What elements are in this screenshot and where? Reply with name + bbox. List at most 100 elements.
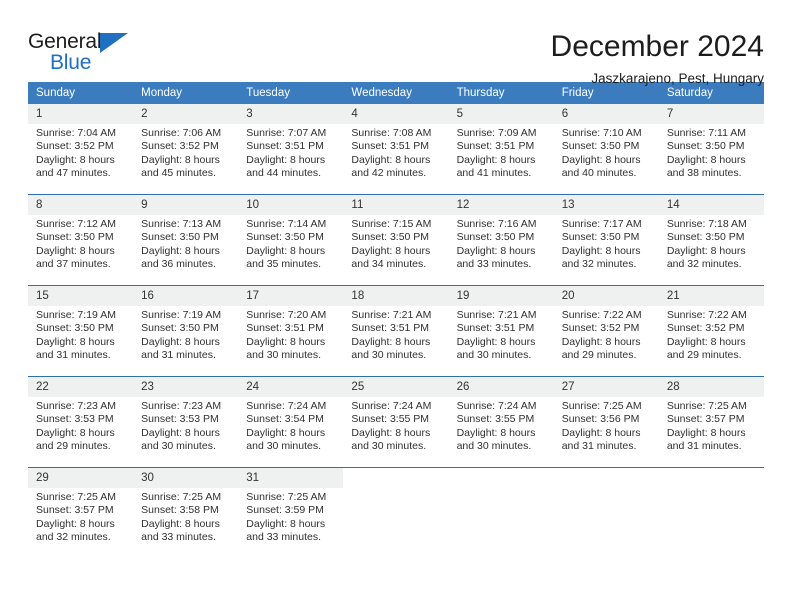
sunrise-text: Sunrise: 7:18 AM [666,218,747,230]
calendar-day-cell[interactable]: 31 Sunrise: 7:25 AM Sunset: 3:59 PM Dayligh… [238,467,344,558]
sunset-text: Sunset: 3:50 PM [36,322,114,335]
daylight-text-line2: and 30 minutes. [246,440,321,453]
day-number: 26 [448,377,554,397]
sunrise-text: Sunrise: 7:19 AM [36,309,116,321]
calendar-day-cell[interactable]: 3 Sunrise: 7:07 AM Sunset: 3:51 PM Daylight… [238,104,344,195]
day-number: 15 [28,286,134,306]
calendar-day-cell[interactable]: 23 Sunrise: 7:23 AM Sunset: 3:53 PM Dayligh… [133,376,239,468]
day-info: Sunrise: 7:24 AM Sunset: 3:55 PM Daylight:… [343,397,448,454]
calendar-day-cell[interactable]: 30 Sunrise: 7:25 AM Sunset: 3:58 PM Dayligh… [133,467,239,558]
calendar-day-cell[interactable]: 1 Sunrise: 7:04 AM Sunset: 3:52 PM Daylight… [28,104,134,195]
calendar-day-cell[interactable]: 21 Sunrise: 7:22 AM Sunset: 3:52 PM Dayligh… [658,285,764,377]
daylight-text-line1: Daylight: 8 hours [561,335,641,348]
day-number: 1 [28,104,134,124]
daylight-text-line2: and 44 minutes. [246,167,321,180]
sunrise-text: Sunrise: 7:21 AM [456,309,537,321]
sunset-text: Sunset: 3:51 PM [351,322,430,335]
calendar-day-cell[interactable]: 17 Sunrise: 7:20 AM Sunset: 3:51 PM Dayligh… [238,285,344,377]
calendar-day-cell[interactable]: 9 Sunrise: 7:13 AM Sunset: 3:50 PM Daylight… [133,194,239,286]
calendar-day-cell-empty [448,467,554,558]
calendar-day-cell[interactable]: 19 Sunrise: 7:21 AM Sunset: 3:51 PM Dayligh… [448,285,554,377]
day-info: Sunrise: 7:10 AM Sunset: 3:50 PM Daylight:… [554,124,659,181]
sunset-text: Sunset: 3:52 PM [666,322,745,335]
day-info: Sunrise: 7:07 AM Sunset: 3:51 PM Daylight:… [238,124,343,181]
daylight-text-line2: and 29 minutes. [36,440,111,453]
day-info: Sunrise: 7:17 AM Sunset: 3:50 PM Daylight:… [554,215,659,272]
sunrise-text: Sunrise: 7:11 AM [666,127,747,139]
calendar-week-row: 1 Sunrise: 7:04 AM Sunset: 3:52 PM Daylight… [28,104,764,195]
sunrise-text: Sunrise: 7:23 AM [141,400,222,412]
daylight-text-line2: and 33 minutes. [141,531,216,544]
sunset-text: Sunset: 3:50 PM [246,231,324,244]
sunrise-text: Sunrise: 7:16 AM [456,218,537,230]
daylight-text-line1: Daylight: 8 hours [561,426,641,439]
location-subtitle: Jaszkarajeno, Pest, Hungary [591,71,764,86]
daylight-text-line2: and 29 minutes. [561,349,637,362]
daylight-text-line2: and 32 minutes. [561,258,637,271]
calendar-day-cell[interactable]: 4 Sunrise: 7:08 AM Sunset: 3:51 PM Daylight… [343,104,449,195]
calendar-day-cell[interactable]: 18 Sunrise: 7:21 AM Sunset: 3:51 PM Dayligh… [343,285,449,377]
calendar-day-cell[interactable]: 12 Sunrise: 7:16 AM Sunset: 3:50 PM Dayligh… [448,194,554,286]
calendar-day-cell[interactable]: 22 Sunrise: 7:23 AM Sunset: 3:53 PM Dayligh… [28,376,134,468]
day-info: Sunrise: 7:25 AM Sunset: 3:59 PM Daylight:… [238,488,343,545]
sunrise-text: Sunrise: 7:22 AM [666,309,747,321]
day-info [554,488,659,491]
calendar-day-cell[interactable]: 7 Sunrise: 7:11 AM Sunset: 3:50 PM Daylight… [658,104,764,195]
calendar-day-cell[interactable]: 14 Sunrise: 7:18 AM Sunset: 3:50 PM Dayligh… [658,194,764,286]
daylight-text-line1: Daylight: 8 hours [141,244,220,257]
calendar-day-cell[interactable]: 11 Sunrise: 7:15 AM Sunset: 3:50 PM Dayligh… [343,194,449,286]
daylight-text-line2: and 40 minutes. [561,167,637,180]
day-number [554,468,659,488]
sunset-text: Sunset: 3:56 PM [561,413,640,426]
calendar-day-cell[interactable]: 5 Sunrise: 7:09 AM Sunset: 3:51 PM Daylight… [448,104,554,195]
day-number [659,468,764,488]
daylight-text-line1: Daylight: 8 hours [351,335,431,348]
sunset-text: Sunset: 3:59 PM [246,504,324,517]
day-info: Sunrise: 7:15 AM Sunset: 3:50 PM Daylight:… [343,215,448,272]
daylight-text-line1: Daylight: 8 hours [456,153,536,166]
day-info: Sunrise: 7:21 AM Sunset: 3:51 PM Daylight:… [449,306,554,363]
calendar-day-cell[interactable]: 6 Sunrise: 7:10 AM Sunset: 3:50 PM Daylight… [553,104,659,195]
calendar-day-cell[interactable]: 8 Sunrise: 7:12 AM Sunset: 3:50 PM Daylight… [28,194,134,286]
calendar-day-cell[interactable]: 29 Sunrise: 7:25 AM Sunset: 3:57 PM Dayligh… [28,467,134,558]
calendar-day-cell[interactable]: 28 Sunrise: 7:25 AM Sunset: 3:57 PM Dayligh… [658,376,764,468]
sunset-text: Sunset: 3:53 PM [36,413,114,426]
calendar-day-cell[interactable]: 25 Sunrise: 7:24 AM Sunset: 3:55 PM Dayligh… [343,376,449,468]
daylight-text-line2: and 36 minutes. [141,258,216,271]
page-title: December 2024 [550,30,764,63]
day-number: 19 [448,286,554,306]
sunset-text: Sunset: 3:58 PM [141,504,219,517]
day-number: 30 [133,468,239,488]
day-number: 18 [343,286,449,306]
daylight-text-line1: Daylight: 8 hours [351,426,431,439]
calendar-day-cell[interactable]: 2 Sunrise: 7:06 AM Sunset: 3:52 PM Daylight… [133,104,239,195]
sunset-text: Sunset: 3:50 PM [666,140,745,153]
calendar-body: 1 Sunrise: 7:04 AM Sunset: 3:52 PM Daylight… [28,104,764,558]
day-info: Sunrise: 7:08 AM Sunset: 3:51 PM Daylight:… [343,124,448,181]
general-blue-logo[interactable]: General Blue [28,30,148,82]
day-info: Sunrise: 7:22 AM Sunset: 3:52 PM Daylight:… [659,306,764,363]
day-number: 7 [658,104,764,124]
sunrise-text: Sunrise: 7:25 AM [36,491,116,503]
calendar-day-cell[interactable]: 15 Sunrise: 7:19 AM Sunset: 3:50 PM Dayligh… [28,285,134,377]
daylight-text-line1: Daylight: 8 hours [666,244,746,257]
day-info: Sunrise: 7:25 AM Sunset: 3:57 PM Daylight:… [659,397,764,454]
daylight-text-line1: Daylight: 8 hours [141,153,220,166]
calendar-day-cell[interactable]: 20 Sunrise: 7:22 AM Sunset: 3:52 PM Dayligh… [553,285,659,377]
calendar-day-cell[interactable]: 24 Sunrise: 7:24 AM Sunset: 3:54 PM Dayligh… [238,376,344,468]
daylight-text-line1: Daylight: 8 hours [246,335,326,348]
calendar-day-cell[interactable]: 27 Sunrise: 7:25 AM Sunset: 3:56 PM Dayligh… [553,376,659,468]
day-number: 6 [553,104,659,124]
calendar-day-cell[interactable]: 26 Sunrise: 7:24 AM Sunset: 3:55 PM Dayligh… [448,376,554,468]
daylight-text-line2: and 31 minutes. [561,440,637,453]
calendar-day-cell[interactable]: 13 Sunrise: 7:17 AM Sunset: 3:50 PM Dayligh… [553,194,659,286]
day-number [343,468,448,488]
daylight-text-line1: Daylight: 8 hours [36,517,115,530]
daylight-text-line1: Daylight: 8 hours [141,335,220,348]
calendar-day-cell[interactable]: 16 Sunrise: 7:19 AM Sunset: 3:50 PM Dayligh… [133,285,239,377]
day-info: Sunrise: 7:23 AM Sunset: 3:53 PM Daylight:… [28,397,133,454]
calendar-day-cell[interactable]: 10 Sunrise: 7:14 AM Sunset: 3:50 PM Dayligh… [238,194,344,286]
daylight-text-line2: and 33 minutes. [246,531,321,544]
daylight-text-line1: Daylight: 8 hours [36,153,115,166]
day-number: 31 [238,468,344,488]
